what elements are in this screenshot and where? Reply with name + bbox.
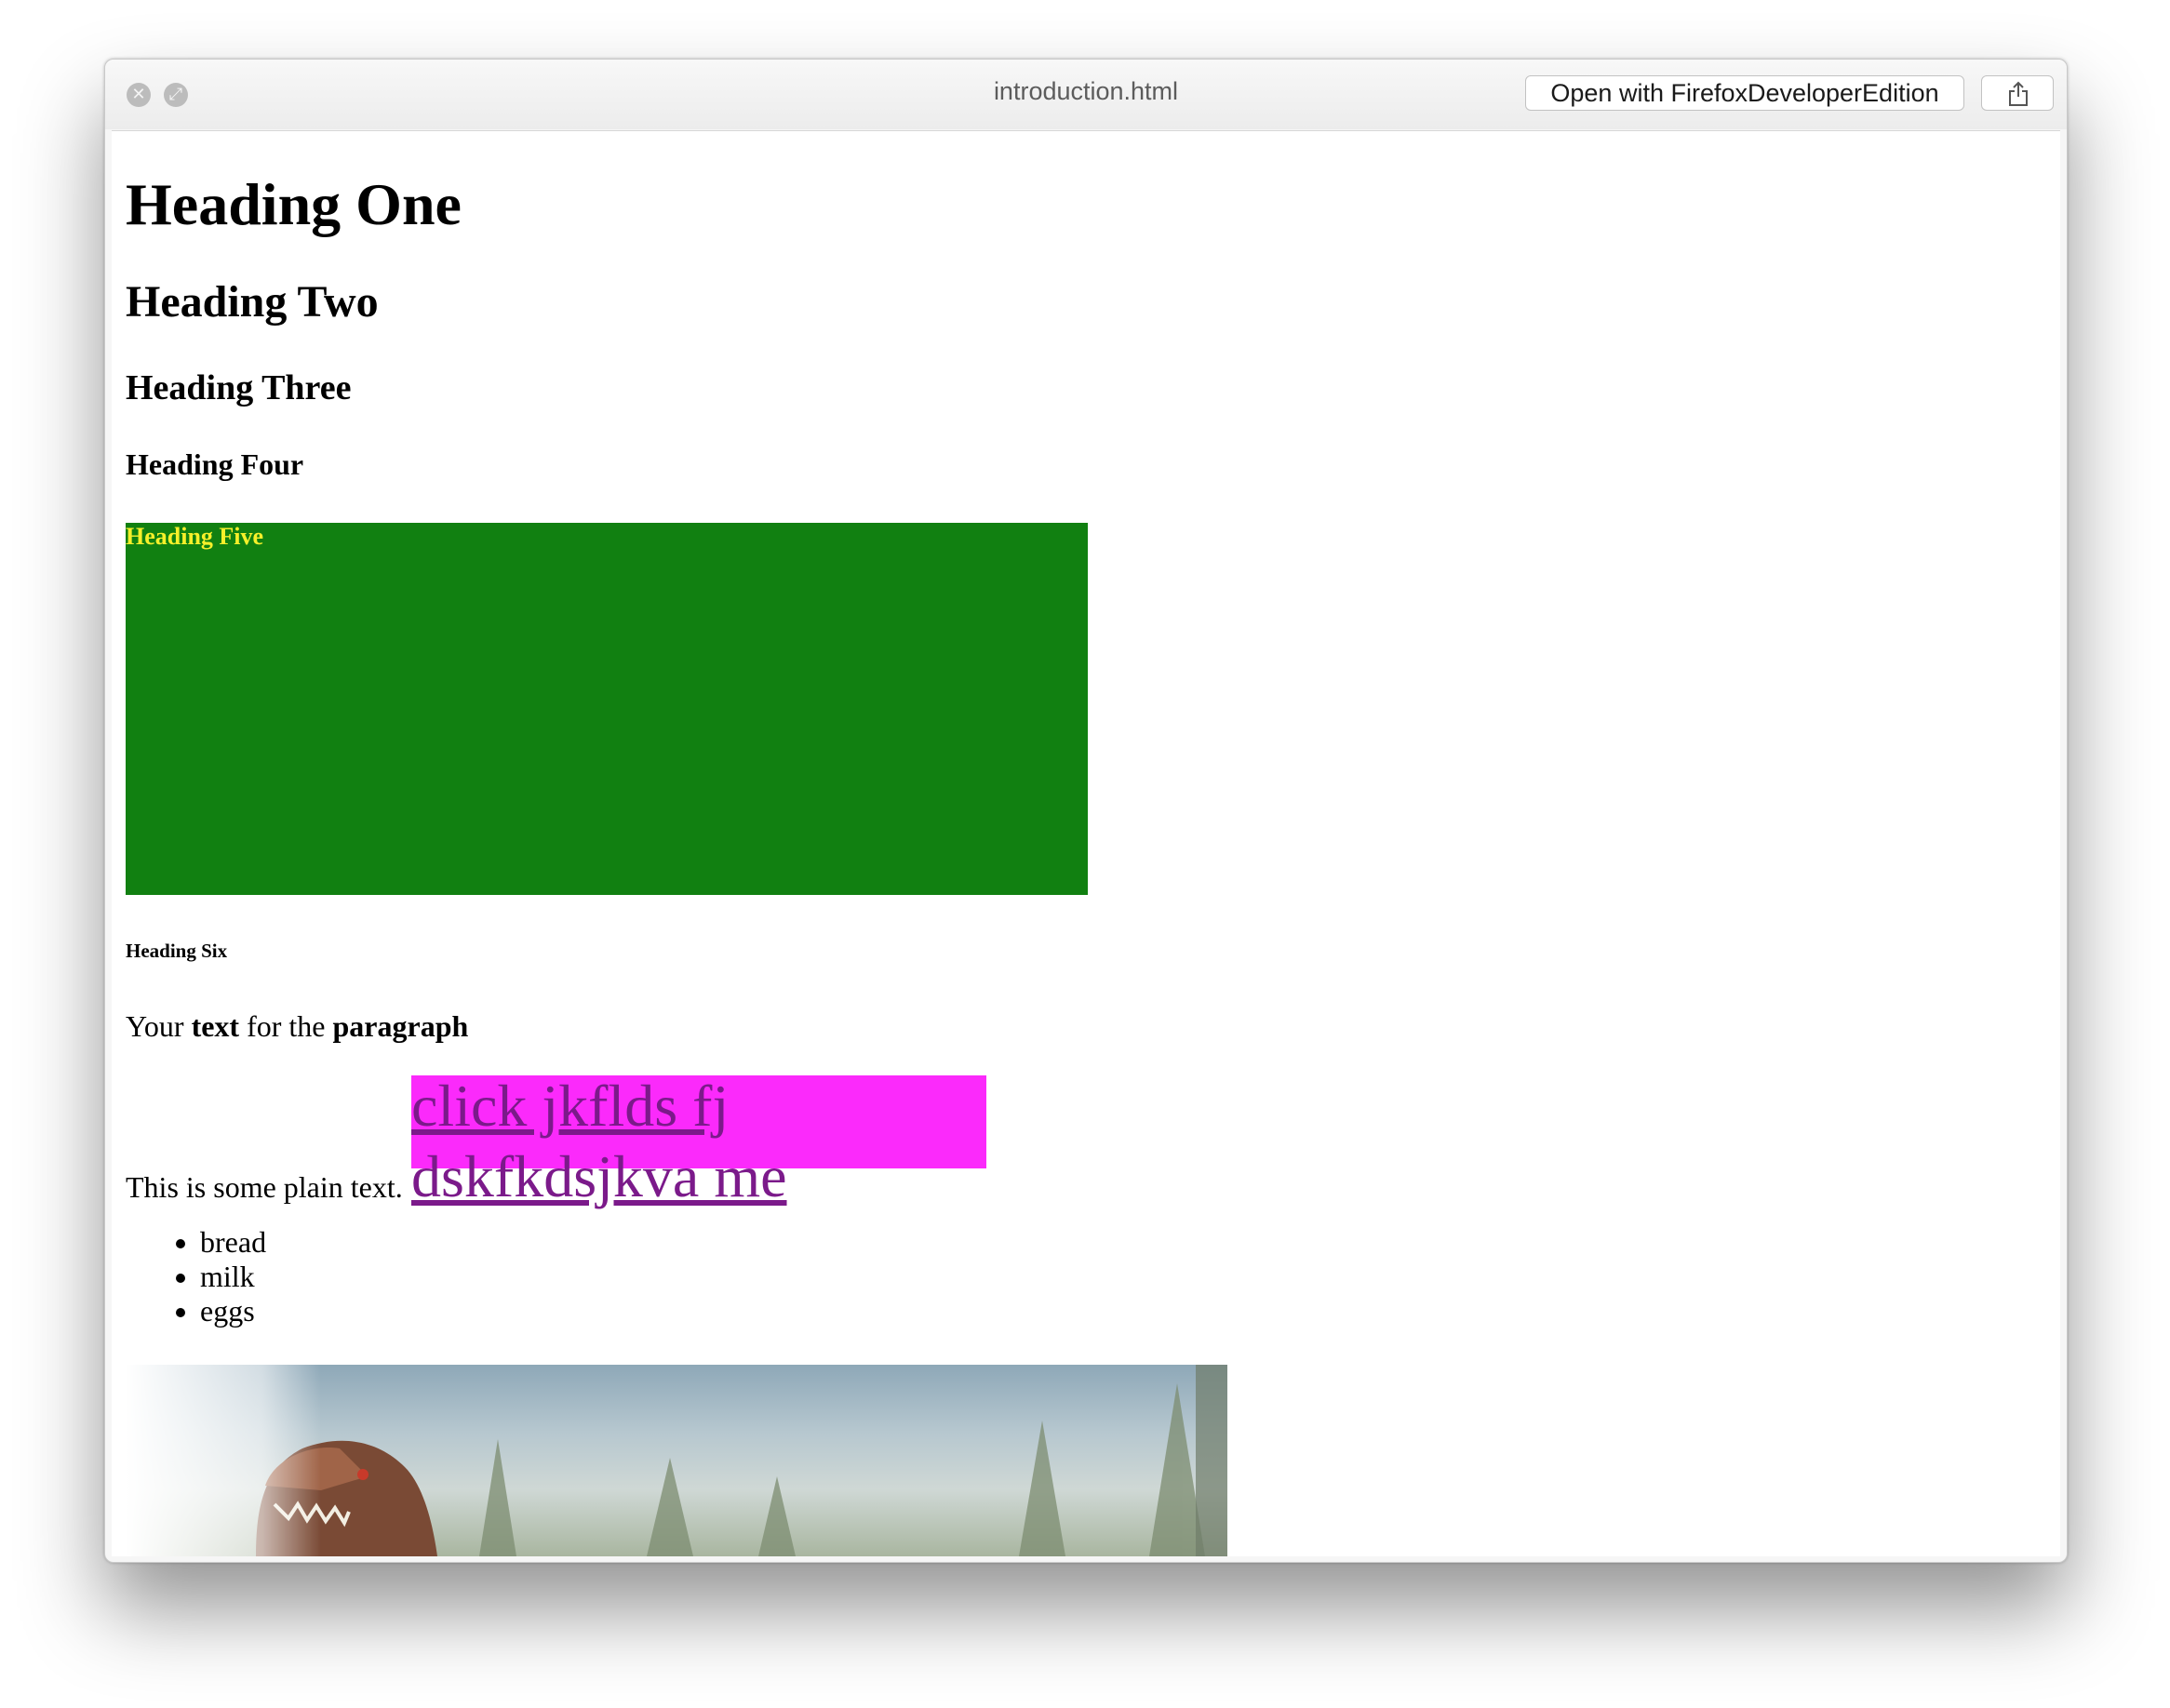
close-icon[interactable]: ✕: [127, 83, 151, 107]
title-bar: ✕ ⤢ introduction.html Open with FirefoxD…: [105, 60, 2067, 129]
paragraph: Your text for the paragraph: [126, 1009, 468, 1044]
heading-four: Heading Four: [126, 447, 304, 481]
open-with-button[interactable]: Open with FirefoxDeveloperEdition: [1525, 75, 1964, 111]
list-item: eggs: [200, 1294, 266, 1328]
dinosaur-image: [126, 1365, 1227, 1556]
heading-five: Heading Five: [126, 523, 1088, 895]
list-item: milk: [200, 1260, 266, 1294]
image-fade: [126, 1365, 321, 1556]
paragraph-bold-text: text: [191, 1009, 240, 1043]
heading-six: Heading Six: [126, 940, 228, 962]
paragraph-text-2: for the: [239, 1009, 333, 1043]
share-icon: [2009, 81, 2028, 106]
document-view[interactable]: Heading One Heading Two Heading Three He…: [112, 130, 2060, 1556]
quicklook-window: ✕ ⤢ introduction.html Open with FirefoxD…: [104, 59, 2068, 1563]
paragraph-bold-paragraph: paragraph: [332, 1009, 469, 1043]
heading-three: Heading Three: [126, 368, 352, 407]
click-me-link[interactable]: click jkflds fj dskfkdsjkva me: [411, 1071, 1007, 1212]
paragraph-text-1: Your: [126, 1009, 192, 1043]
heading-two: Heading Two: [126, 277, 379, 327]
grocery-list: bread milk eggs: [200, 1225, 266, 1328]
fullscreen-icon[interactable]: ⤢: [164, 83, 188, 107]
share-button[interactable]: [1981, 75, 2054, 111]
plain-text: This is some plain text.: [126, 1170, 403, 1204]
heading-one: Heading One: [126, 171, 462, 237]
list-item: bread: [200, 1225, 266, 1260]
